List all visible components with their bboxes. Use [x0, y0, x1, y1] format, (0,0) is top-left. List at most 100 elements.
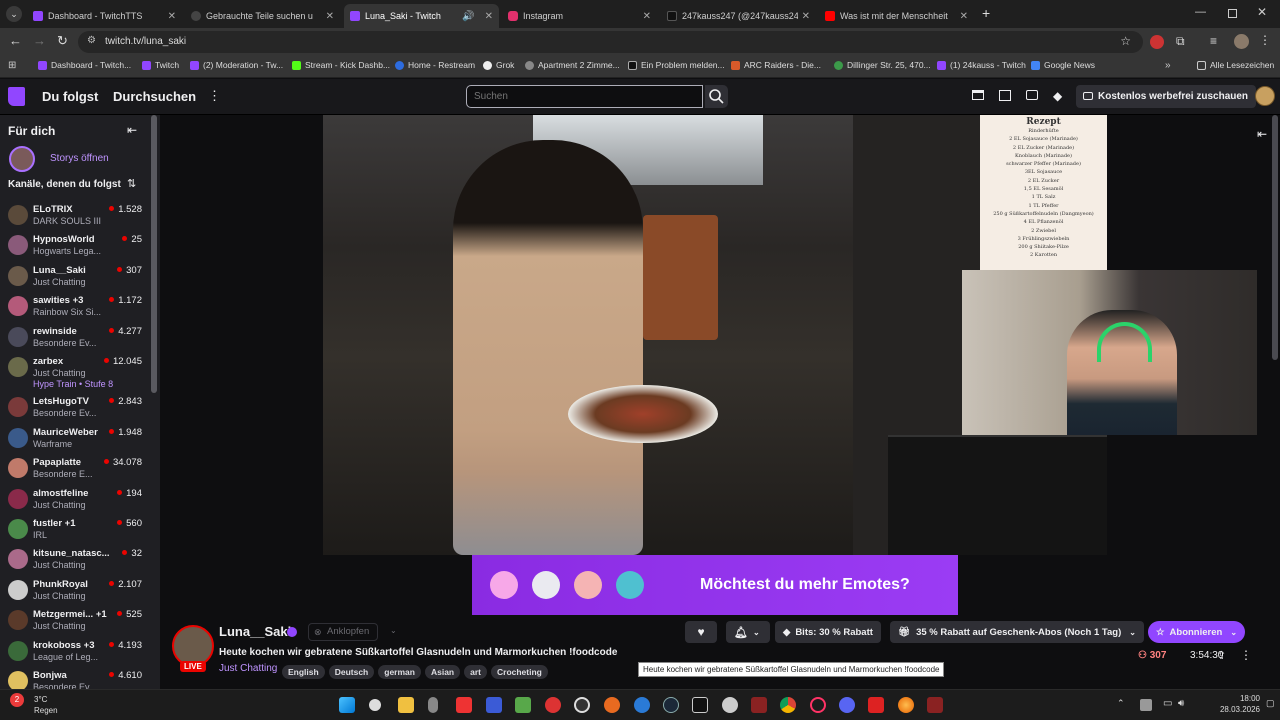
- gift-subs-button[interactable]: 🎁︎ 35 % Rabatt auf Geschenk-Abos (Noch 1…: [890, 621, 1144, 643]
- bookmark-item[interactable]: Dashboard - Twitch...: [38, 60, 131, 70]
- stream-tag[interactable]: English: [282, 665, 325, 679]
- prime-loot-icon[interactable]: [972, 90, 984, 100]
- site-info-icon[interactable]: ⚙: [87, 35, 96, 46]
- video-player[interactable]: Rezept Rinderhüfte 2 EL Sojasauce (Marina…: [160, 115, 1280, 615]
- browser-tab[interactable]: Dashboard - TwitchTTS ✕: [27, 4, 182, 28]
- forward-icon[interactable]: →: [33, 33, 46, 48]
- subscribe-button[interactable]: ☆ Abonnieren ⌄: [1148, 621, 1246, 643]
- bookmark-item[interactable]: (2) Moderation - Tw...: [190, 60, 283, 70]
- theater-mode-icon[interactable]: ⇤: [1257, 127, 1267, 141]
- clock-time[interactable]: 18:00: [1205, 694, 1260, 703]
- firefox-icon[interactable]: [898, 697, 914, 713]
- fire-app-icon[interactable]: [456, 697, 472, 713]
- nav-browse[interactable]: Durchsuchen: [113, 89, 196, 104]
- sidebar-channel-item[interactable]: rewinside Besondere Ev... 4.277: [0, 322, 150, 352]
- bookmark-item[interactable]: Google News: [1031, 60, 1095, 70]
- sidebar-channel-item[interactable]: fustler +1 IRL 560: [0, 514, 150, 544]
- user-avatar[interactable]: [1255, 86, 1275, 106]
- emote-banner[interactable]: Möchtest du mehr Emotes?: [472, 555, 958, 615]
- back-icon[interactable]: ←: [9, 33, 22, 48]
- sidebar-channel-item[interactable]: sawities +3 Rainbow Six Si... 1.172: [0, 291, 150, 321]
- bookmark-item[interactable]: Dillinger Str. 25, 470...: [834, 60, 931, 70]
- collapse-sidebar-icon[interactable]: ⇤: [127, 123, 137, 137]
- tray-chevron-icon[interactable]: ⌃: [1117, 698, 1125, 709]
- close-icon[interactable]: ✕: [322, 11, 334, 22]
- stream-tag[interactable]: german: [378, 665, 421, 679]
- stream-tag[interactable]: art: [464, 665, 487, 679]
- network-icon[interactable]: ▭: [1163, 698, 1172, 709]
- app-icon[interactable]: [927, 697, 943, 713]
- sidebar-channel-item[interactable]: almostfeline Just Chatting 194: [0, 484, 150, 514]
- video-scrollbar[interactable]: [1272, 115, 1278, 360]
- browser-tab[interactable]: Instagram ✕: [502, 4, 657, 28]
- sidebar-channel-item[interactable]: Luna__Saki Just Chatting 307: [0, 261, 150, 291]
- v-app-icon[interactable]: [486, 697, 502, 713]
- sidebar-channel-item[interactable]: kitsune_natasc... Just Chatting 32: [0, 544, 150, 574]
- new-tab-button[interactable]: +: [982, 5, 990, 21]
- follow-heart-button[interactable]: ♥: [685, 621, 717, 643]
- browser-tab-active[interactable]: Luna_Saki - Twitch 🔊 ✕: [344, 4, 499, 28]
- bookmark-item[interactable]: Stream - Kick Dashb...: [292, 60, 390, 70]
- apps-grid-icon[interactable]: ⊞: [8, 60, 16, 71]
- speaker-icon[interactable]: 🔊: [458, 11, 474, 22]
- stream-category[interactable]: Just Chatting: [219, 663, 277, 674]
- browser-tab[interactable]: Was ist mit der Menschheit los ✕: [819, 4, 974, 28]
- chrome-icon[interactable]: [780, 697, 796, 713]
- close-icon[interactable]: ✕: [798, 11, 810, 22]
- knock-button[interactable]: ⊗ Anklopfen: [308, 623, 379, 641]
- knock-dropdown-icon[interactable]: ⌄: [390, 626, 397, 635]
- close-icon[interactable]: ✕: [639, 11, 651, 22]
- minimize-button[interactable]: —: [1195, 6, 1206, 18]
- media-control-icon[interactable]: ≡: [1210, 34, 1217, 48]
- bookmark-star-icon[interactable]: ☆: [1120, 34, 1131, 48]
- sidebar-channel-item[interactable]: MauriceWeber Warframe 1.948: [0, 423, 150, 453]
- notifications-icon[interactable]: [999, 90, 1011, 101]
- bookmarks-overflow-icon[interactable]: »: [1165, 60, 1171, 71]
- stream-tag[interactable]: Asian: [424, 665, 461, 679]
- sidebar-channel-item[interactable]: krokoboss +3 League of Leg... 4.193: [0, 636, 150, 666]
- sidebar-channel-item[interactable]: HypnosWorld Hogwarts Lega... 25: [0, 230, 150, 260]
- tab-list-dropdown-button[interactable]: ⌄: [6, 6, 22, 22]
- extension-icon[interactable]: [1150, 35, 1164, 49]
- orange-app-icon[interactable]: [604, 697, 620, 713]
- sidebar-channel-item[interactable]: Bonjwa Besondere Ev... 4.610: [0, 666, 150, 689]
- clock-date[interactable]: 28.03.2026: [1205, 705, 1260, 714]
- close-icon[interactable]: ✕: [956, 11, 968, 22]
- maximize-button[interactable]: [1228, 9, 1237, 18]
- sort-icon[interactable]: ⇅: [127, 177, 136, 190]
- search-button[interactable]: [705, 85, 728, 108]
- extensions-puzzle-icon[interactable]: ⧉: [1176, 34, 1185, 49]
- notification-bell-icon[interactable]: ▢: [1266, 698, 1275, 709]
- mouse-app-icon[interactable]: [428, 697, 438, 713]
- whispers-icon[interactable]: [1026, 90, 1038, 100]
- windows-start-icon[interactable]: [339, 697, 355, 713]
- steam-icon[interactable]: [663, 697, 679, 713]
- nav-following[interactable]: Du folgst: [42, 89, 98, 104]
- reload-icon[interactable]: ↻: [57, 33, 68, 49]
- profile-avatar[interactable]: [1234, 34, 1249, 49]
- browser-tab[interactable]: 247kauss247 (@247kauss247) |✕: [661, 4, 816, 28]
- sidebar-scrollbar[interactable]: [151, 115, 157, 393]
- discord-icon[interactable]: [839, 697, 855, 713]
- folder-app-icon[interactable]: [515, 697, 531, 713]
- bookmark-item[interactable]: (1) 24kauss - Twitch: [937, 60, 1026, 70]
- bookmark-item[interactable]: ARC Raiders - Die...: [731, 60, 821, 70]
- search-icon[interactable]: [369, 699, 381, 711]
- obs-icon[interactable]: [574, 697, 590, 713]
- sidebar-channel-item[interactable]: PhunkRoyal Just Chatting 2.107: [0, 575, 150, 605]
- search-input[interactable]: [466, 85, 703, 108]
- stories-avatar[interactable]: [9, 146, 35, 172]
- share-icon[interactable]: ⇪: [1217, 649, 1226, 662]
- sidebar-channel-item[interactable]: ELoTRIX DARK SOULS III 1.528: [0, 200, 150, 230]
- stories-open-link[interactable]: Storys öffnen: [50, 153, 109, 164]
- epic-games-icon[interactable]: [692, 697, 708, 713]
- tray-app-icon[interactable]: [1140, 699, 1152, 711]
- sidebar-channel-item[interactable]: Metzgermei... +1 Just Chatting 525: [0, 605, 150, 635]
- sidebar-channel-item[interactable]: Papaplatte Besondere E... 34.078: [0, 453, 150, 483]
- red-app-icon[interactable]: [545, 697, 561, 713]
- stream-tag[interactable]: Deutsch: [328, 665, 375, 679]
- bookmark-item[interactable]: Apartment 2 Zimme...: [525, 60, 620, 70]
- nav-more-icon[interactable]: ⋮: [208, 88, 221, 104]
- bookmark-item[interactable]: Grok: [483, 60, 514, 70]
- url-field[interactable]: ⚙ twitch.tv/luna_saki ☆: [78, 31, 1143, 53]
